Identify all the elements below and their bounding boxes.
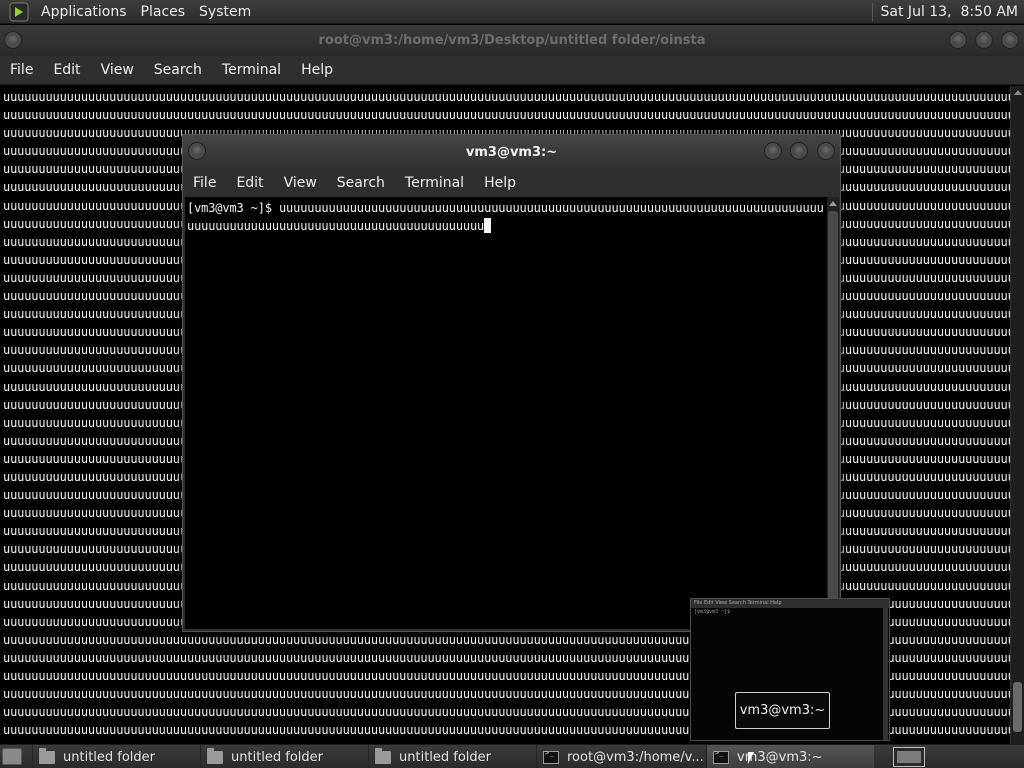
- preview-menubar: File Edit View Search Terminal Help: [691, 599, 889, 608]
- fg-menu-terminal[interactable]: Terminal: [395, 175, 474, 191]
- task-root-terminal[interactable]: root@vm3:/home/v...: [536, 745, 704, 768]
- fg-window-titlebar[interactable]: vm3@vm3:~: [183, 135, 840, 169]
- preview-menu-text: File Edit View Search Terminal Help: [694, 600, 782, 606]
- fg-window-title: vm3@vm3:~: [465, 144, 558, 160]
- fg-terminal-output[interactable]: [vm3@vm3 ~]$ uuuuuuuuuuuuuuuuuuuuuuuuuuu…: [185, 197, 827, 629]
- bg-close-icon[interactable]: [1001, 31, 1019, 49]
- bg-scroll-thumb[interactable]: [1013, 682, 1022, 732]
- preview-scrollbar: [883, 608, 888, 740]
- task-vm3-terminal[interactable]: vm3@vm3:~: [706, 745, 874, 768]
- fg-scroll-up-icon[interactable]: [829, 201, 837, 206]
- mouse-pointer-icon: [748, 752, 754, 764]
- clock[interactable]: Sat Jul 13, 8:50 AM: [881, 4, 1018, 20]
- fg-scroll-thumb[interactable]: [828, 211, 838, 611]
- bg-menu-edit[interactable]: Edit: [43, 62, 90, 78]
- preview-prompt: [vm3@vm3 ~]$: [694, 609, 731, 615]
- bottom-taskbar: untitled folder untitled folder untitled…: [0, 744, 1024, 768]
- preview-label: vm3@vm3:~: [735, 692, 830, 729]
- bg-maximize-icon[interactable]: [975, 31, 993, 49]
- task-label: untitled folder: [231, 749, 324, 765]
- bg-window-title: root@vm3:/home/vm3/Desktop/untitled fold…: [318, 33, 706, 48]
- task-label: untitled folder: [63, 749, 156, 765]
- bg-menu-terminal[interactable]: Terminal: [212, 62, 291, 78]
- fg-menu-file[interactable]: File: [183, 175, 226, 191]
- task-label: untitled folder: [399, 749, 492, 765]
- bg-window-titlebar[interactable]: root@vm3:/home/vm3/Desktop/untitled fold…: [0, 25, 1024, 56]
- task-untitled-folder-2[interactable]: untitled folder: [200, 745, 366, 768]
- bg-scrollbar[interactable]: [1010, 86, 1024, 744]
- shell-prompt: [vm3@vm3 ~]$: [187, 201, 279, 215]
- window-preview-popup[interactable]: File Edit View Search Terminal Help [vm3…: [690, 598, 890, 741]
- fg-close-icon[interactable]: [817, 142, 835, 160]
- workspace-switcher[interactable]: [893, 747, 925, 767]
- bg-window-menu-icon[interactable]: [4, 31, 22, 49]
- applications-logo-icon[interactable]: [8, 2, 30, 22]
- fg-menu-view[interactable]: View: [274, 175, 327, 191]
- task-label: root@vm3:/home/v...: [567, 749, 704, 765]
- bg-minimize-icon[interactable]: [949, 31, 967, 49]
- typed-command: uuuuuuuuuuuuuuuuuuuuuuuuuuuuuuuuuuuuuuuu…: [187, 201, 824, 233]
- bg-menu-search[interactable]: Search: [144, 62, 212, 78]
- fg-menu-edit[interactable]: Edit: [226, 175, 273, 191]
- places-menu[interactable]: Places: [134, 0, 193, 24]
- fg-menubar: File Edit View Search Terminal Help: [183, 169, 840, 196]
- bg-scroll-up-icon[interactable]: [1014, 90, 1022, 95]
- fg-terminal-text: [vm3@vm3 ~]$ uuuuuuuuuuuuuuuuuuuuuuuuuuu…: [185, 197, 827, 235]
- bg-menu-view[interactable]: View: [91, 62, 144, 78]
- fg-terminal-window: vm3@vm3:~ File Edit View Search Terminal…: [182, 134, 841, 632]
- terminal-icon: [713, 749, 729, 764]
- bg-menubar: File Edit View Search Terminal Help: [0, 56, 1024, 85]
- folder-icon: [39, 747, 55, 764]
- fg-scrollbar[interactable]: [827, 197, 839, 629]
- fg-maximize-icon[interactable]: [790, 142, 808, 160]
- fg-minimize-icon[interactable]: [764, 142, 782, 160]
- fg-window-menu-icon[interactable]: [188, 142, 206, 160]
- folder-icon: [375, 747, 391, 764]
- terminal-icon: [543, 749, 559, 764]
- bg-menu-file[interactable]: File: [0, 62, 43, 78]
- fg-menu-help[interactable]: Help: [474, 175, 526, 191]
- fg-menu-search[interactable]: Search: [327, 175, 395, 191]
- text-cursor: [484, 218, 492, 233]
- top-panel: Applications Places System Sat Jul 13, 8…: [0, 0, 1024, 24]
- system-menu[interactable]: System: [192, 0, 258, 24]
- folder-icon: [207, 747, 223, 764]
- desktop: Applications Places System Sat Jul 13, 8…: [0, 0, 1024, 768]
- applications-menu[interactable]: Applications: [34, 0, 134, 24]
- task-untitled-folder-1[interactable]: untitled folder: [32, 745, 198, 768]
- task-untitled-folder-3[interactable]: untitled folder: [368, 745, 534, 768]
- show-desktop-icon[interactable]: [2, 748, 22, 765]
- bg-menu-help[interactable]: Help: [291, 62, 343, 78]
- clock-separator: [871, 2, 873, 21]
